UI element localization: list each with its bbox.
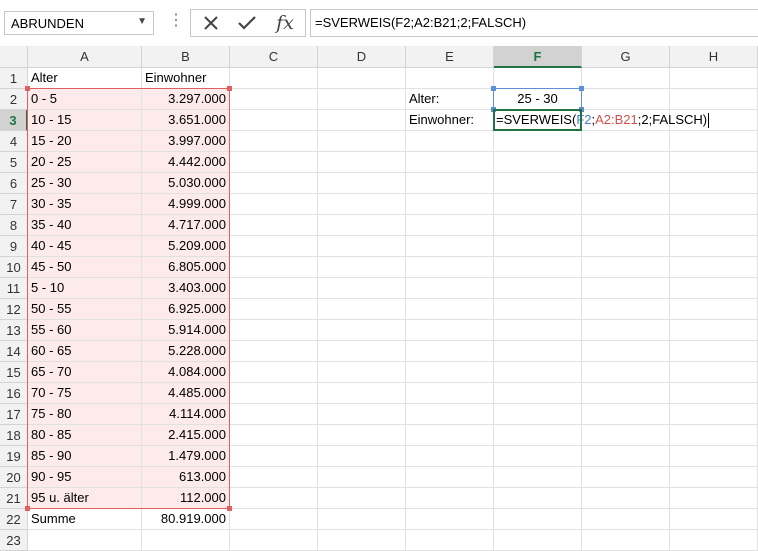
formula-buttons: fx [190,9,306,37]
row-header-1[interactable]: 1 [0,68,28,89]
range-handle[interactable] [25,86,30,91]
row-header-20[interactable]: 20 [0,467,28,488]
column-header-h[interactable]: H [670,46,758,68]
row-header-13[interactable]: 13 [0,320,28,341]
formula-ref-range: A2:B21 [595,112,638,127]
more-options-icon[interactable]: ⋮ [168,10,184,30]
row-header-11[interactable]: 11 [0,278,28,299]
row-header-10[interactable]: 10 [0,257,28,278]
column-header-e[interactable]: E [406,46,494,68]
row-header-8[interactable]: 8 [0,215,28,236]
row-header-18[interactable]: 18 [0,425,28,446]
column-header-c[interactable]: C [230,46,318,68]
row-header-15[interactable]: 15 [0,362,28,383]
range-handle[interactable] [579,86,584,91]
row-header-2[interactable]: 2 [0,89,28,110]
name-box-value: ABRUNDEN [11,16,84,31]
cell-e2[interactable]: Alter: [406,89,493,109]
row-header-19[interactable]: 19 [0,446,28,467]
row-header-14[interactable]: 14 [0,341,28,362]
row-header-3[interactable]: 3 [0,110,28,131]
formula-toolbar: ABRUNDEN ▼ ⋮ fx =SVERWEIS(F2;A2:B21;2;FA… [0,0,758,47]
cell-b1[interactable]: Einwohner [142,68,229,88]
name-box[interactable]: ABRUNDEN ▼ [4,11,154,35]
range-border-a2-b21 [27,88,230,509]
row-header-12[interactable]: 12 [0,299,28,320]
fx-icon[interactable]: fx [267,10,303,36]
formula-text: =SVERWEIS(F2;A2:B21;2;FALSCH) [315,15,527,30]
column-header-a[interactable]: A [28,46,142,68]
range-handle[interactable] [491,86,496,91]
cell-b22[interactable]: 80.919.000 [142,509,229,529]
row-header-22[interactable]: 22 [0,509,28,530]
formula-suffix: ;2;FALSCH) [637,112,708,127]
range-handle[interactable] [227,86,232,91]
column-header-b[interactable]: B [142,46,230,68]
cross-icon[interactable] [193,10,229,36]
chevron-down-icon[interactable]: ▼ [137,16,147,27]
column-header-g[interactable]: G [582,46,670,68]
range-border-f2 [493,88,582,110]
row-header-5[interactable]: 5 [0,152,28,173]
cell-a22[interactable]: Summe [28,509,141,529]
row-header-21[interactable]: 21 [0,488,28,509]
check-icon[interactable] [229,10,265,36]
range-handle[interactable] [25,506,30,511]
row-header-16[interactable]: 16 [0,383,28,404]
row-header-6[interactable]: 6 [0,173,28,194]
cell-e3[interactable]: Einwohner: [406,110,493,130]
row-header-23[interactable]: 23 [0,530,28,551]
text-caret [708,113,710,129]
grid-row-line [0,529,758,530]
cell-a1[interactable]: Alter [28,68,141,88]
active-cell-border [493,109,582,131]
row-header-7[interactable]: 7 [0,194,28,215]
select-all-corner[interactable] [0,46,28,68]
row-header-9[interactable]: 9 [0,236,28,257]
row-header-17[interactable]: 17 [0,404,28,425]
column-header-d[interactable]: D [318,46,406,68]
range-handle[interactable] [227,506,232,511]
row-header-4[interactable]: 4 [0,131,28,152]
formula-input[interactable]: =SVERWEIS(F2;A2:B21;2;FALSCH) [310,9,758,37]
column-header-f[interactable]: F [494,46,582,68]
